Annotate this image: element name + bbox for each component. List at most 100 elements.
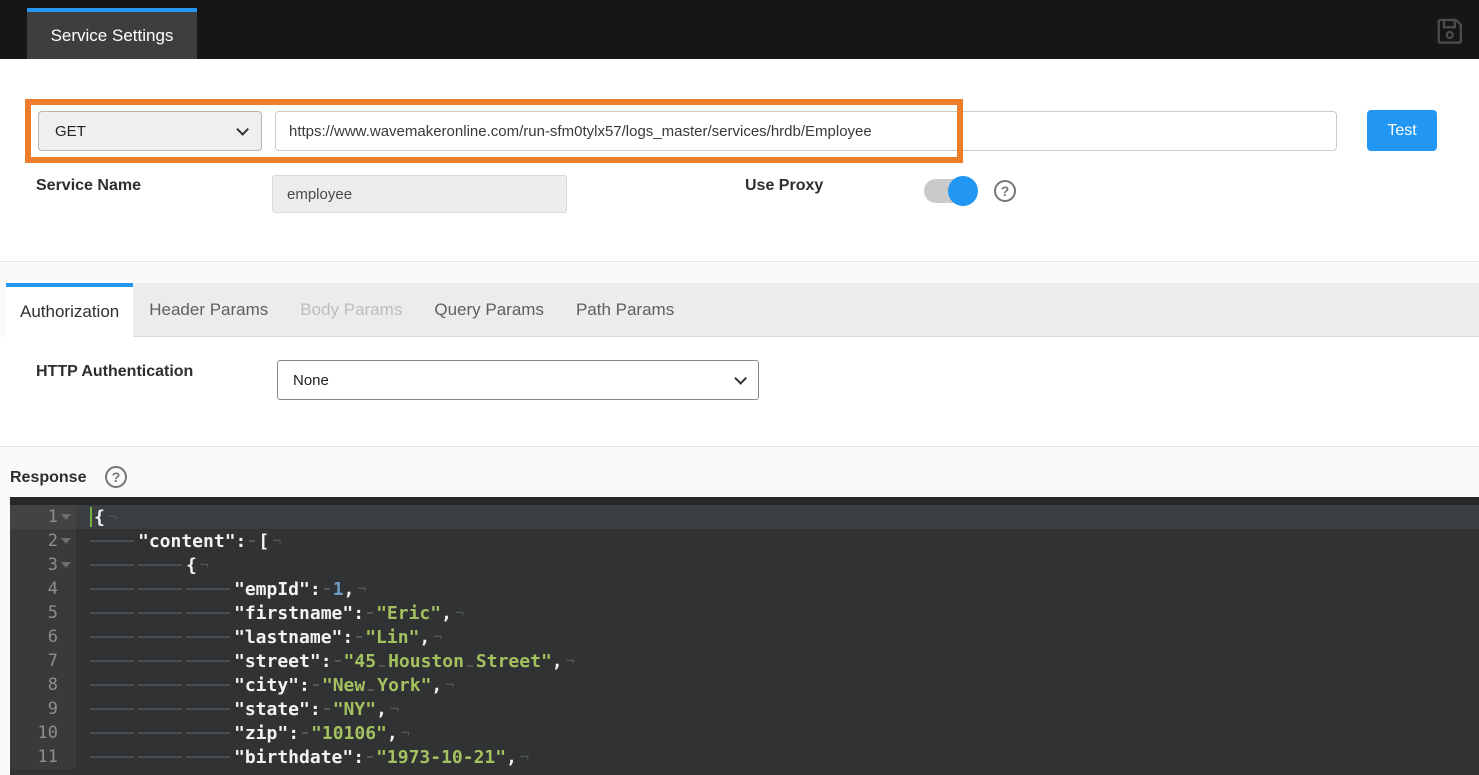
eol-marker: ¬ <box>520 748 529 766</box>
response-editor[interactable]: 1{¬2"content":[¬3{¬4"empId":1,¬5"firstna… <box>10 497 1479 775</box>
code-token: 1 <box>333 579 344 600</box>
params-tabbar: Authorization Header Params Body Params … <box>6 283 1479 337</box>
editor-gutter-cell: 11 <box>10 745 76 769</box>
editor-line: 3 {¬ <box>10 553 1479 577</box>
code-token: "content" <box>138 531 236 552</box>
line-number: 3 <box>48 555 58 575</box>
whitespace-marker <box>367 612 373 614</box>
text-cursor <box>90 507 92 527</box>
code-token: "NY" <box>333 699 376 720</box>
use-proxy-toggle[interactable] <box>924 179 976 203</box>
response-header: Response ? <box>0 446 1479 497</box>
tab-query-params[interactable]: Query Params <box>418 283 560 336</box>
editor-line: 5 "firstname": "Eric",¬ <box>10 601 1479 625</box>
editor-line-content: "state":"NY",¬ <box>76 697 399 721</box>
tab-whitespace-marker <box>186 636 230 638</box>
service-name-label: Service Name <box>36 177 141 195</box>
eol-marker: ¬ <box>445 676 454 694</box>
fold-caret-icon[interactable] <box>61 562 71 568</box>
tab-whitespace-marker <box>90 564 134 566</box>
tab-authorization[interactable]: Authorization <box>6 283 133 337</box>
chevron-down-icon <box>236 123 249 136</box>
editor-gutter-cell: 1 <box>10 505 76 529</box>
tab-whitespace-marker <box>138 588 182 590</box>
line-number: 9 <box>48 699 58 719</box>
tab-service-settings-label: Service Settings <box>51 26 174 46</box>
tab-whitespace-marker <box>138 708 182 710</box>
line-number: 10 <box>38 723 58 743</box>
use-proxy-help-icon[interactable]: ? <box>994 180 1016 202</box>
code-token: : <box>310 699 321 720</box>
tab-whitespace-marker <box>186 684 230 686</box>
code-token: { <box>186 555 197 576</box>
editor-gutter-cell: 6 <box>10 625 76 649</box>
editor-top-strip <box>10 497 1479 505</box>
code-token: : <box>288 723 299 744</box>
tab-whitespace-marker <box>186 732 230 734</box>
code-token: "street" <box>234 651 321 672</box>
tab-whitespace-marker <box>138 612 182 614</box>
line-number: 1 <box>48 507 58 527</box>
whitespace-marker <box>313 684 319 686</box>
code-token: "1973-10-21" <box>376 747 506 768</box>
line-number: 11 <box>38 747 58 767</box>
response-help-icon[interactable]: ? <box>105 466 127 488</box>
eol-marker: ¬ <box>272 532 281 550</box>
code-token: , <box>344 579 355 600</box>
editor-line-content: {¬ <box>76 505 117 529</box>
save-button[interactable] <box>1433 14 1467 48</box>
whitespace-marker <box>467 665 473 667</box>
tab-whitespace-marker <box>186 708 230 710</box>
tab-whitespace-marker <box>138 636 182 638</box>
editor-line-content: {¬ <box>76 553 209 577</box>
tab-whitespace-marker <box>90 732 134 734</box>
tab-path-params[interactable]: Path Params <box>560 283 690 336</box>
chevron-down-icon <box>734 372 747 385</box>
service-name-input <box>272 175 567 213</box>
code-token: : <box>310 579 321 600</box>
url-input[interactable] <box>275 111 1337 151</box>
tab-whitespace-marker <box>90 708 134 710</box>
code-token: "state" <box>234 699 310 720</box>
tab-whitespace-marker <box>90 636 134 638</box>
whitespace-marker <box>302 732 308 734</box>
code-token: "10106" <box>311 723 387 744</box>
tab-whitespace-marker <box>90 540 134 542</box>
tab-header-params[interactable]: Header Params <box>133 283 284 336</box>
editor-line-content: "firstname": "Eric",¬ <box>76 601 464 625</box>
code-token: "Eric" <box>376 603 441 624</box>
line-number: 4 <box>48 579 58 599</box>
editor-gutter-cell: 5 <box>10 601 76 625</box>
fold-caret-icon[interactable] <box>61 538 71 544</box>
method-select-value: GET <box>55 123 86 140</box>
code-token: , <box>441 603 452 624</box>
eol-marker: ¬ <box>390 700 399 718</box>
editor-gutter-cell: 10 <box>10 721 76 745</box>
code-token: : <box>321 651 332 672</box>
method-select[interactable]: GET <box>38 111 262 151</box>
editor-gutter-cell: 9 <box>10 697 76 721</box>
tab-whitespace-marker <box>90 612 134 614</box>
code-token: , <box>552 651 563 672</box>
editor-line-content: "city":"NewYork",¬ <box>76 673 454 697</box>
code-token: : <box>353 603 364 624</box>
code-token: "firstname" <box>234 603 353 624</box>
whitespace-marker <box>367 756 373 758</box>
code-token: "birthdate" <box>234 747 353 768</box>
editor-line: 1 {¬ <box>10 505 1479 529</box>
use-proxy-label: Use Proxy <box>745 177 823 195</box>
tab-whitespace-marker <box>138 732 182 734</box>
eol-marker: ¬ <box>455 604 464 622</box>
response-label: Response <box>10 469 86 487</box>
code-token: : <box>353 747 364 768</box>
code-token: "NewYork" <box>322 675 432 696</box>
fold-caret-icon[interactable] <box>61 514 71 520</box>
tab-service-settings[interactable]: Service Settings <box>27 8 197 59</box>
code-token: , <box>506 747 517 768</box>
whitespace-marker <box>379 665 385 667</box>
code-token: , <box>431 675 442 696</box>
line-number: 5 <box>48 603 58 623</box>
http-authentication-select[interactable]: None <box>277 360 759 400</box>
test-button[interactable]: Test <box>1367 110 1437 151</box>
editor-line-content: "birthdate": "1973-10-21",¬ <box>76 745 529 769</box>
